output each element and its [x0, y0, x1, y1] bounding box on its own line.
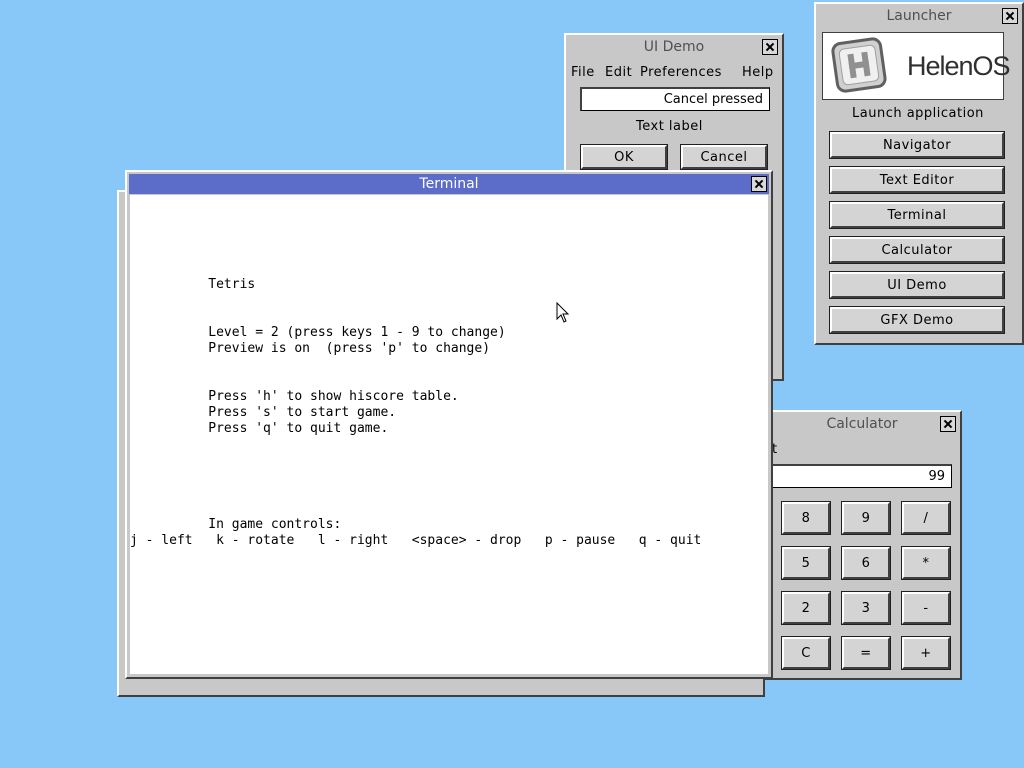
uidemo-text-entry[interactable]: Cancel pressed [580, 87, 770, 111]
calculator-button[interactable]: Calculator [830, 237, 1004, 263]
key-6[interactable]: 6 [842, 547, 890, 579]
launch-application-label: Launch application [852, 106, 984, 121]
key-add[interactable]: + [902, 637, 950, 669]
gfx-demo-button[interactable]: GFX Demo [830, 307, 1004, 333]
key-equals[interactable]: = [842, 637, 890, 669]
terminal-line: Press 'q' to quit game. [130, 421, 389, 436]
ok-button[interactable]: OK [581, 145, 667, 169]
key-subtract[interactable]: - [902, 592, 950, 624]
calculator-display: 99 [770, 464, 952, 488]
key-5[interactable]: 5 [782, 547, 830, 579]
key-divide[interactable]: / [902, 502, 950, 534]
key-multiply[interactable]: * [902, 547, 950, 579]
uidemo-titlebar[interactable]: UI Demo [568, 37, 780, 57]
terminal-line: Level = 2 (press keys 1 - 9 to change) [130, 325, 506, 340]
terminal-line: Tetris [130, 277, 256, 292]
terminal-line: j - left k - rotate l - right <space> - … [130, 533, 702, 548]
terminal-line: Press 's' to start game. [130, 405, 397, 420]
terminal-line: Press 'h' to show hiscore table. [130, 389, 459, 404]
helenos-logo: HelenOS [822, 32, 1011, 100]
terminal-content[interactable]: Tetris Level = 2 (press keys 1 - 9 to ch… [130, 195, 768, 674]
calculator-close-icon[interactable] [940, 416, 956, 432]
menu-preferences[interactable]: Preferences [640, 65, 722, 80]
menu-file[interactable]: File [571, 65, 595, 80]
cancel-button[interactable]: Cancel [681, 145, 767, 169]
key-3[interactable]: 3 [842, 592, 890, 624]
menu-help[interactable]: Help [742, 65, 774, 80]
launcher-titlebar[interactable]: Launcher [818, 6, 1020, 26]
terminal-button[interactable]: Terminal [830, 202, 1004, 228]
launcher-window: Launcher HelenOS Launch application Navi… [814, 2, 1024, 345]
uidemo-title: UI Demo [643, 39, 705, 55]
calculator-titlebar[interactable]: Calculator [766, 414, 958, 434]
helenos-logo-text: HelenOS [907, 51, 1011, 81]
key-2[interactable]: 2 [782, 592, 830, 624]
key-9[interactable]: 9 [842, 502, 890, 534]
terminal-close-icon[interactable] [751, 176, 767, 192]
terminal-title: Terminal [419, 176, 479, 192]
terminal-window: Terminal Tetris Level = 2 (press keys 1 … [125, 170, 773, 679]
calculator-title: Calculator [826, 416, 898, 432]
key-clear[interactable]: C [782, 637, 830, 669]
menu-edit[interactable]: Edit [605, 65, 632, 80]
terminal-titlebar[interactable]: Terminal [129, 174, 769, 194]
ui-demo-button[interactable]: UI Demo [830, 272, 1004, 298]
launcher-close-icon[interactable] [1002, 8, 1018, 24]
launcher-title: Launcher [886, 8, 952, 24]
navigator-button[interactable]: Navigator [830, 132, 1004, 158]
terminal-line: Preview is on (press 'p' to change) [130, 341, 491, 356]
mouse-pointer-icon [556, 302, 570, 323]
uidemo-close-icon[interactable] [762, 39, 778, 55]
key-8[interactable]: 8 [782, 502, 830, 534]
text-editor-button[interactable]: Text Editor [830, 167, 1004, 193]
uidemo-text-label: Text label [636, 119, 703, 134]
calculator-window: Calculator t 99 8 9 / 5 6 * 2 3 - C = + [762, 410, 962, 680]
terminal-line: In game controls: [130, 517, 342, 532]
